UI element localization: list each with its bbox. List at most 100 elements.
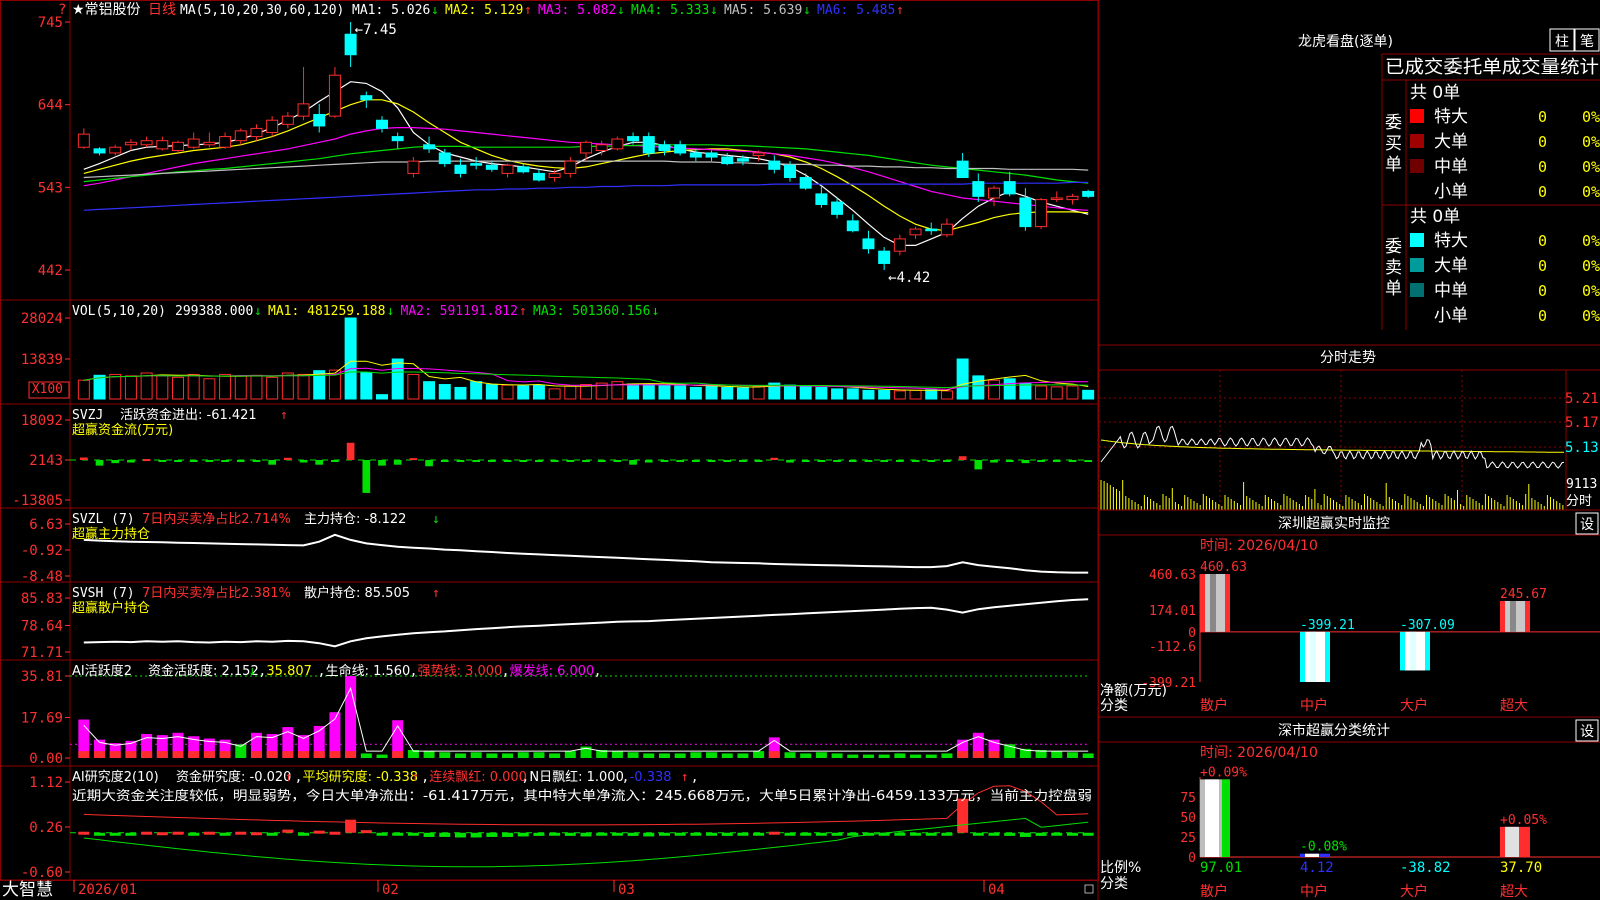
ai1-bar-base [188,751,200,758]
sz-class-settings-label[interactable]: 设 [1580,724,1594,740]
sz-class-y-tick: 75 [1180,791,1196,806]
ai1-item-1: 资金活跃度: 2.152 [148,663,259,679]
svzj-bar [331,460,339,463]
svzj-arrow: ↑ [280,408,288,423]
candle-body-up [1035,199,1048,228]
sz-monitor-settings-label[interactable]: 设 [1580,517,1594,533]
candle-body-down [532,172,545,181]
ai2-bar [721,832,733,836]
price-y-ticks: 745644543442 [38,15,70,279]
svzj-bar [1068,460,1077,463]
ai1-bar-base [298,751,310,758]
ai1-arrow-1: ↓ [248,664,256,679]
ai1-bar [815,752,827,758]
candle-body-up [172,141,184,152]
candle [1003,171,1016,197]
buy-row-label: 特大 [1434,107,1468,127]
y-tick-label: -13805 [12,493,63,509]
btn-column-label[interactable]: 柱 [1555,34,1569,50]
ai1-bar [737,753,749,758]
sz-monitor-y-tick: 174.01 [1149,604,1196,619]
svsh-arrow: ↑ [432,586,440,601]
sz-monitor-bar-shade [1510,601,1516,632]
ai2-bar [298,832,310,836]
ai1-bar [941,753,953,758]
candle [391,132,404,149]
volume-bar [156,375,169,400]
candle-body-up [1050,197,1063,200]
candle-body-down [517,166,530,173]
sz-class-time: 时间: 2026/04/10 [1200,745,1318,761]
candle-body-up [250,127,263,138]
vol-y-ticks: 28024 13839 [21,311,70,368]
ai2-bar [141,831,153,835]
volume-bar [124,375,137,400]
svzj-bar [127,460,135,463]
candle-body-down [705,152,718,158]
ai1-item-4: 强势线: 3.000 [418,663,503,679]
volume-bar [909,389,922,400]
sell-row-swatch [1410,283,1424,297]
candle [297,67,310,121]
volume-bar [203,378,216,400]
candle-body-up [140,140,153,146]
buy-row-count: 0 [1538,133,1547,151]
svsh-subtitle: 超赢散户持仓 [72,600,150,616]
ai2-bar [1019,832,1031,837]
candle [376,116,388,133]
svzj-bar [95,460,104,466]
y-tick-label: 6.63 [29,517,63,533]
sz-monitor-bar [1200,574,1230,632]
svsh-ratio: 7日内买卖净占比2.381% [142,585,291,601]
ai1-bar [862,754,874,758]
candle-body-down [1082,190,1095,197]
ai1-item-5: 爆发线: 6.000 [510,663,595,679]
y-tick-label: 78.64 [21,618,63,634]
ai1-bar [517,752,529,758]
buy-row-count: 0 [1538,158,1547,176]
ai1-bar-base [345,751,357,758]
chart-canvas[interactable]: 745644543442←7.45←4.42★常铝股份 日线 MA(5,10,20,… [0,0,1600,900]
volume-bar [642,384,655,400]
vol-ma-value-3: MA3: 501360.156 [533,304,650,319]
svzj-bar [754,460,763,463]
y-tick-label: 543 [38,180,63,196]
ma-line-ma1 [83,81,1089,246]
ai2-bar [690,832,702,836]
candle-body-up [109,146,122,154]
candle [689,148,702,162]
x-axis-labels [73,880,985,892]
ai2-bar [376,832,388,836]
candle [878,247,891,270]
volume-bar [972,375,985,400]
volume-bar [109,373,122,400]
ai2-bar [643,832,655,837]
btn-pen-label[interactable]: 笔 [1580,34,1594,50]
ai1-bar [486,753,498,758]
ai1-bar [894,753,906,758]
sz-class-value-label: 97.01 [1200,860,1242,876]
ai1-bar [674,753,686,758]
ai2-sep-2: , [421,770,429,785]
ai2-bar [235,831,247,835]
ai2-bar [549,832,561,836]
ai2-bar [580,832,592,837]
vol-ma-arrow-2: ↑ [519,304,527,319]
ai1-bar [706,752,718,758]
svzj-bar [409,458,418,461]
buy-row-pct: 0% [1582,133,1600,151]
ai2-bar [313,830,325,834]
volume-bar [988,379,1000,400]
ai2-bar [894,832,906,836]
y-tick-label: 0.00 [29,751,63,767]
ai1-bar [360,753,372,758]
candle-body-down [846,220,859,232]
ai2-bar [847,832,859,836]
ai2-bar [533,832,545,836]
ai2-green-curve [83,817,1089,868]
svzj-bar [362,460,371,493]
candle-body-up [988,187,1000,199]
help-icon[interactable]: ? [58,2,66,18]
sz-monitor-value-label: -399.21 [1300,618,1355,633]
candle [1082,189,1095,198]
